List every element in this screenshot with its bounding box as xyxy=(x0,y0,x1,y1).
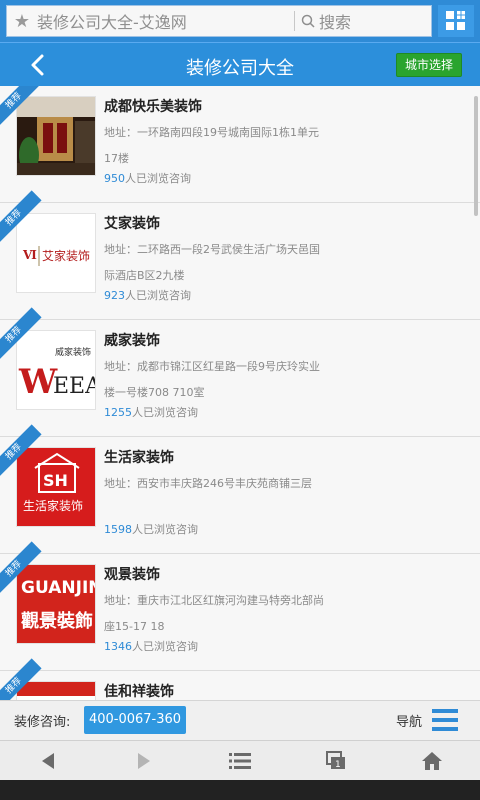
views-info: 950人已浏览咨询 xyxy=(104,170,191,186)
windows-icon: 1 xyxy=(326,750,345,770)
home-icon xyxy=(422,751,442,770)
consult-label: 装修咨询: xyxy=(14,715,71,730)
company-thumbnail[interactable]: Ⅵ 艾家装饰 xyxy=(16,213,96,293)
city-select-button[interactable]: 城市选择 xyxy=(396,53,462,77)
weea-logo-image: 威家装饰 W EEA xyxy=(17,331,96,409)
guanjing-logo-cn: 觀景裝飾 xyxy=(21,610,93,632)
company-name[interactable]: 成都快乐美装饰 xyxy=(104,96,202,116)
company-name[interactable]: 观景装饰 xyxy=(104,564,160,584)
views-suffix: 人已浏览咨询 xyxy=(132,523,198,536)
forward-triangle-icon xyxy=(138,752,150,769)
company-address: 地址：重庆市江北区红旗河沟建马特旁北部尚座15-17 18 xyxy=(104,594,324,633)
svg-text:1: 1 xyxy=(335,760,341,770)
guanjing-logo-en: GUANJING xyxy=(21,578,96,598)
company-name[interactable]: 艾家装饰 xyxy=(104,213,160,233)
list-icon xyxy=(229,752,251,769)
views-suffix: 人已浏览咨询 xyxy=(132,640,198,653)
back-triangle-icon xyxy=(42,752,54,769)
views-count: 923 xyxy=(104,289,125,302)
browser-address-bar: ★ 装修公司大全-艾逸网 搜索 xyxy=(0,0,480,42)
tabs-grid-button[interactable] xyxy=(438,5,474,37)
list-item[interactable]: 推荐 成都快乐美装饰 地址：一环路南四段19号城南国际1栋1单元17楼 950人… xyxy=(0,86,480,203)
company-address: 地址：西安市丰庆路246号丰庆苑商铺三层 xyxy=(104,477,312,490)
shenghuojia-logo-text: 生活家装饰 xyxy=(23,498,83,513)
bookmark-star-icon[interactable]: ★ xyxy=(7,11,37,32)
views-info: 1346人已浏览咨询 xyxy=(104,638,198,654)
views-info: 1598人已浏览咨询 xyxy=(104,521,198,537)
guanjing-logo-image: GUANJING 觀景裝飾 xyxy=(17,565,96,643)
company-address: 地址：二环路西一段2号武侯生活广场天邑国际酒店B区2九楼 xyxy=(104,243,320,282)
url-separator xyxy=(294,11,295,31)
phone-button[interactable]: 400-0067-360 xyxy=(84,706,186,734)
views-info: 1255人已浏览咨询 xyxy=(104,404,198,420)
views-count: 1255 xyxy=(104,406,132,419)
company-address: 地址：成都市锦江区红星路一段9号庆玲实业楼一号楼708 710室 xyxy=(104,360,320,399)
list-item[interactable]: GUANJING 觀景裝飾 推荐 观景装饰 地址：重庆市江北区红旗河沟建马特旁北… xyxy=(0,541,480,671)
company-list: 推荐 成都快乐美装饰 地址：一环路南四段19号城南国际1栋1单元17楼 950人… xyxy=(0,86,480,700)
aijia-logo-image: Ⅵ 艾家装饰 xyxy=(17,214,95,292)
list-item[interactable]: SH 生活家装饰 推荐 生活家装饰 地址：西安市丰庆路246号丰庆苑商铺三层 1… xyxy=(0,424,480,554)
search-icon xyxy=(301,14,315,28)
list-item[interactable]: 推荐 佳和祥装饰 xyxy=(0,658,480,700)
company-thumbnail[interactable]: 威家装饰 W EEA xyxy=(16,330,96,410)
company-thumbnail[interactable]: GUANJING 觀景裝飾 xyxy=(16,564,96,644)
views-suffix: 人已浏览咨询 xyxy=(132,406,198,419)
svg-text:Ⅵ: Ⅵ xyxy=(22,248,37,262)
svg-text:EEA: EEA xyxy=(53,374,96,399)
company-name[interactable]: 生活家装饰 xyxy=(104,447,174,467)
browser-back-button[interactable] xyxy=(0,741,96,780)
jiahexiang-logo-image xyxy=(17,682,95,700)
views-info: 923人已浏览咨询 xyxy=(104,287,191,303)
browser-toolbar: 1 xyxy=(0,740,480,780)
browser-home-button[interactable] xyxy=(384,741,480,780)
company-thumbnail[interactable] xyxy=(16,96,96,176)
views-suffix: 人已浏览咨询 xyxy=(125,172,191,185)
screen: ★ 装修公司大全-艾逸网 搜索 装修公司大全 城市选择 推荐 成都快乐美装饰 地… xyxy=(0,0,480,800)
aijia-logo-text: 艾家装饰 xyxy=(42,248,90,263)
company-thumbnail[interactable] xyxy=(16,681,96,700)
browser-windows-button[interactable]: 1 xyxy=(288,741,384,780)
browser-menu-button[interactable] xyxy=(192,741,288,780)
scrollbar[interactable] xyxy=(474,96,478,216)
views-count: 1346 xyxy=(104,640,132,653)
system-navigation-bar xyxy=(0,780,480,800)
url-text[interactable]: 装修公司大全-艾逸网 xyxy=(37,9,288,33)
views-count: 1598 xyxy=(104,523,132,536)
browser-forward-button[interactable] xyxy=(96,741,192,780)
svg-text:W: W xyxy=(18,362,58,402)
company-thumbnail[interactable]: SH 生活家装饰 xyxy=(16,447,96,527)
page-header: 装修公司大全 城市选择 xyxy=(0,42,480,86)
menu-icon[interactable] xyxy=(432,708,458,732)
shenghuojia-logo-image: SH 生活家装饰 xyxy=(17,448,95,526)
views-suffix: 人已浏览咨询 xyxy=(125,289,191,302)
company-name[interactable]: 佳和祥装饰 xyxy=(104,681,174,700)
grid-icon xyxy=(446,11,465,30)
weea-logo-small-text: 威家装饰 xyxy=(55,346,91,358)
list-item[interactable]: 威家装饰 W EEA 推荐 威家装饰 地址：成都市锦江区红星路一段9号庆玲实业楼… xyxy=(0,307,480,437)
consult-bar: 装修咨询: 400-0067-360 导航 xyxy=(0,700,480,740)
office-photo-image xyxy=(17,97,95,175)
sh-logo-text: SH xyxy=(43,471,68,490)
search-placeholder: 搜索 xyxy=(319,13,352,32)
nav-label[interactable]: 导航 xyxy=(396,711,422,730)
url-field[interactable]: ★ 装修公司大全-艾逸网 搜索 xyxy=(6,5,432,37)
company-name[interactable]: 威家装饰 xyxy=(104,330,160,350)
list-item[interactable]: Ⅵ 艾家装饰 推荐 艾家装饰 地址：二环路西一段2号武侯生活广场天邑国际酒店B区… xyxy=(0,190,480,320)
views-count: 950 xyxy=(104,172,125,185)
search-box[interactable]: 搜索 xyxy=(301,9,431,33)
company-address: 地址：一环路南四段19号城南国际1栋1单元17楼 xyxy=(104,126,319,165)
